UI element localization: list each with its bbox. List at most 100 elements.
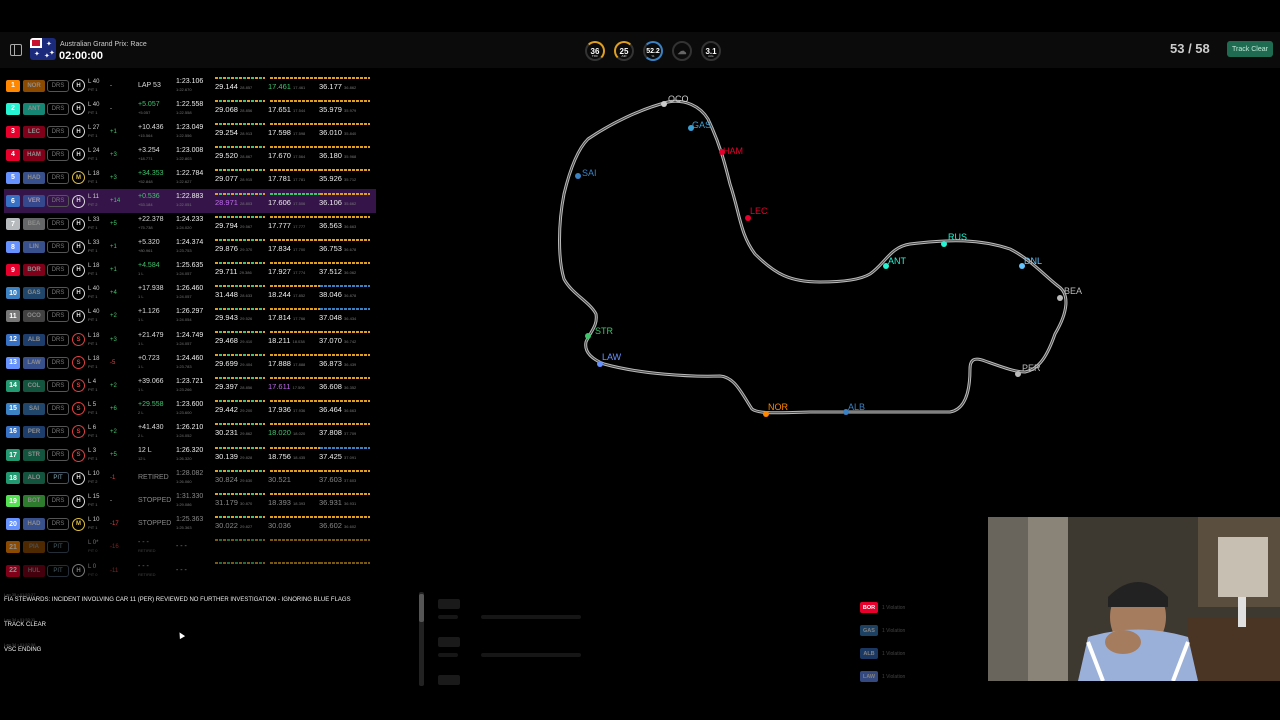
standings-row[interactable]: 11 OCO DRS H L 40 PIT 1 +2 +1.126 1 L 1:26… [4, 305, 376, 328]
car-marker[interactable] [575, 173, 581, 179]
standings-row[interactable]: 20 HAD DRS M L 10 PIT 1 -17 STOPPED 1:25.… [4, 513, 376, 536]
car-label: SAI [582, 168, 597, 178]
standings-row[interactable]: 3 LEC DRS H L 27 PIT 1 +1 +10.436 +15.564 … [4, 120, 376, 143]
standings-row[interactable]: 12 ALB DRS S L 18 PIT 1 +3 +21.479 1 L 1:2… [4, 328, 376, 351]
driver-code[interactable]: ALB [23, 333, 45, 346]
sector-1: 29.943 29.526 [215, 312, 253, 322]
pit-count: PIT 1 [88, 225, 98, 231]
sidebar-toggle-icon[interactable] [10, 44, 22, 56]
minisector-bar [320, 123, 370, 126]
minisector-bar [320, 100, 370, 103]
pit-count: PIT 1 [88, 86, 98, 92]
scrollbar-thumb[interactable] [419, 594, 424, 622]
violation-item[interactable]: ALB 1 Violation [860, 642, 980, 665]
car-marker[interactable] [585, 333, 591, 339]
best-lap: 1:24.057 [176, 294, 192, 300]
standings-row[interactable]: 21 PIA PIT L 0* PIT 0 -16 - - - RETIRED - … [4, 536, 376, 559]
standings-row[interactable]: 17 STR DRS S L 3 PIT 1 +5 12 L 12 L 1:26.3… [4, 444, 376, 467]
driver-code[interactable]: BOR [23, 264, 45, 277]
driver-code: LAW [860, 671, 878, 682]
driver-code[interactable]: HAD [23, 518, 45, 531]
standings-row[interactable]: 2 ANT DRS H L 40 PIT 1 - +5.057 +5.057 1:2… [4, 97, 376, 120]
standings-row[interactable]: 6 VER DRS H L 11 PIT 2 +14 +0.536 +53.184 … [4, 189, 376, 213]
driver-code[interactable]: LAW [23, 356, 45, 369]
driver-code[interactable]: LIN [23, 241, 45, 254]
position-badge: 11 [6, 310, 20, 323]
standings-row[interactable]: 9 BOR DRS H L 18 PIT 1 +1 +4.584 1 L 1:25.… [4, 259, 376, 282]
driver-code[interactable]: OCO [23, 310, 45, 323]
car-marker[interactable] [661, 101, 667, 107]
drs-indicator: DRS [47, 148, 69, 161]
gap-interval: +39.066 1 L [138, 378, 176, 394]
driver-code[interactable]: HAD [23, 171, 45, 184]
standings-row[interactable]: 10 GAS DRS H L 40 PIT 1 +4 +17.938 1 L 1:2… [4, 282, 376, 305]
driver-code[interactable]: BOT [23, 495, 45, 508]
stint-info: L 18 PIT 1 [88, 333, 110, 347]
pit-count: PIT 1 [88, 109, 98, 115]
best-lap: 1:22.051 [176, 202, 192, 208]
last-lap: 1:22.558 [176, 100, 204, 108]
position-badge: 20 [6, 518, 20, 531]
car-marker[interactable] [941, 241, 947, 247]
standings-row[interactable]: 19 BOT DRS H L 15 PIT 1 - STOPPED 1:31.33… [4, 490, 376, 513]
car-marker[interactable] [1015, 371, 1021, 377]
standings-row[interactable]: 16 PER DRS S L 6 PIT 1 +2 +41.430 2 L 1:26… [4, 420, 376, 443]
driver-code[interactable]: GAS [23, 287, 45, 300]
standings-row[interactable]: 13 LAW DRS S L 18 PIT 1 -5 +0.723 1 L 1:24… [4, 351, 376, 374]
driver-code[interactable]: BEA [23, 218, 45, 231]
driver-code[interactable]: ANT [23, 102, 45, 115]
sector-times: 29.520 28.867 17.670 17.564 36.180 35.96… [215, 143, 375, 166]
gap-to-leader: 1 L [138, 317, 144, 323]
standings-row[interactable]: 5 HAD DRS M L 18 PIT 1 +3 +34.353 +52.848 … [4, 166, 376, 189]
minisector-bar [215, 215, 265, 218]
standings-row[interactable]: 15 SAI DRS S L 5 PIT 1 +6 +29.558 2 L 1:23… [4, 397, 376, 420]
drs-indicator: DRS [47, 218, 69, 231]
standings-row[interactable]: 14 COL DRS S L 4 PIT 1 +2 +39.066 1 L 1:23… [4, 374, 376, 397]
driver-code[interactable]: PIA [23, 541, 45, 554]
violation-item[interactable]: LAW 1 Violation [860, 665, 980, 688]
sector-2: 18.211 18.038 [268, 336, 305, 346]
driver-code[interactable]: ALO [23, 472, 45, 485]
standings-row[interactable]: 7 BEA DRS H L 33 PIT 1 +5 +22.378 +75.738 … [4, 213, 376, 236]
lap-time: 1:24.374 1:23.753 [176, 239, 216, 255]
driver-code[interactable]: NOR [23, 79, 45, 92]
car-label: STR [595, 326, 614, 336]
violation-item[interactable]: BOR 1 Violation [860, 596, 980, 619]
minisector-bar [320, 423, 370, 426]
driver-code[interactable]: STR [23, 449, 45, 462]
standings-row[interactable]: 8 LIN DRS H L 33 PIT 1 +1 +5.320 +80.961 1… [4, 236, 376, 259]
sector-3: 37.603 37.603 [319, 474, 357, 484]
last-lap: 1:26.460 [176, 285, 204, 293]
drs-indicator: DRS [47, 356, 69, 369]
driver-code[interactable]: HUL [23, 564, 45, 577]
sector-times: 30.824 29.630 30.521 37.603 37.603 [215, 467, 375, 490]
sector-3: 36.602 36.602 [319, 520, 357, 530]
last-lap: 1:26.297 [176, 308, 204, 316]
stint-info: L 11 PIT 2 [88, 194, 110, 208]
driver-code[interactable]: VER [23, 195, 45, 208]
driver-code[interactable]: SAI [23, 402, 45, 415]
best-lap: 1:23.783 [176, 363, 192, 369]
driver-code[interactable]: PER [23, 425, 45, 438]
driver-code[interactable]: HAM [23, 148, 45, 161]
standings-row[interactable]: 22 HUL PIT H L 0 PIT 0 -11 - - - RETIRED -… [4, 559, 376, 582]
car-marker[interactable] [1057, 295, 1063, 301]
race-control-scrollbar[interactable] [419, 592, 424, 686]
lap-time: 1:26.210 1:24.052 [176, 424, 216, 440]
standings-row[interactable]: 18 ALO PIT H L 10 PIT 2 -1 RETIRED 1:28.0… [4, 467, 376, 490]
standings-row[interactable]: 1 NOR DRS H L 40 PIT 1 - LAP 53 1:23.106 1… [4, 74, 376, 97]
tyre-compound-icon: S [72, 448, 85, 462]
stint-info: L 33 PIT 1 [88, 217, 110, 231]
driver-code[interactable]: COL [23, 379, 45, 392]
gap-interval: +0.723 1 L [138, 355, 176, 371]
standings-table: 1 NOR DRS H L 40 PIT 1 - LAP 53 1:23.106 1… [4, 74, 376, 582]
stint-lap: L 6 [88, 424, 97, 431]
violation-item[interactable]: GAS 1 Violation [860, 619, 980, 642]
sector-3: 35.926 35.712 [319, 174, 357, 184]
sector-1: 29.068 28.856 [215, 105, 253, 115]
stint-info: L 15 PIT 1 [88, 494, 110, 508]
sector-1: 29.442 29.200 [215, 405, 253, 415]
interval-value: +5.057 [138, 100, 160, 108]
standings-row[interactable]: 4 HAM DRS H L 24 PIT 1 +3 +3.254 +18.771 1… [4, 143, 376, 166]
driver-code[interactable]: LEC [23, 125, 45, 138]
